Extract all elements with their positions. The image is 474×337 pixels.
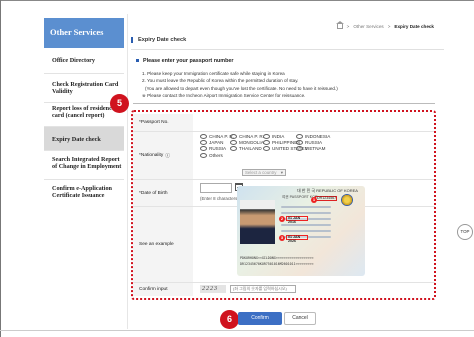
mrz-line: DR12345670KOR7501016M2601011<<<<<<<<<: [240, 261, 314, 266]
passport-mrz: PDKORHONG<<GILDONG<<<<<<<<<<<<<<<<<<< DR…: [240, 256, 313, 267]
passport-no-row: * Passport No.: [133, 114, 435, 132]
example-label: See an example: [133, 207, 193, 282]
cancel-button[interactable]: Cancel: [284, 312, 316, 325]
sidebar-item-label: Check Registration Card Validity: [52, 81, 119, 95]
national-emblem-icon: [341, 194, 353, 206]
breadcrumb-separator: >: [346, 24, 350, 29]
marker-2: 2: [279, 216, 285, 222]
radio-circle-icon: [263, 146, 270, 152]
passport-photo: [240, 200, 275, 244]
radio-united-states[interactable]: UNITED STATES: [263, 146, 308, 152]
notice-heading-text: Please enter your passport number: [143, 58, 234, 64]
radio-circle-icon: [230, 140, 237, 146]
page-title: Expiry Date check: [131, 37, 186, 43]
radio-thailand[interactable]: THAILAND: [230, 146, 263, 152]
bullet-icon: [136, 59, 139, 63]
confirm-input-row: Confirm input 2223 (좌 그림의 숫자를 입력하십시오): [133, 283, 435, 296]
bottom-divider: [0, 330, 474, 331]
passport-date-highlight: 01 JAN 2026: [286, 235, 308, 242]
radio-circle-icon: [263, 140, 270, 146]
breadcrumb: > Other Services > Expiry Date check: [335, 21, 434, 29]
nationality-options: CHINA P. R. CHINA P. R. INDIA INDONESIA …: [196, 132, 435, 179]
radio-circle-icon: [263, 134, 270, 139]
notice-heading: Please enter your passport number: [136, 58, 233, 64]
radio-circle-icon: [200, 152, 207, 158]
notice-line: 2. You must leave the Republic of Korea …: [142, 78, 299, 84]
passport-no-label: * Passport No.: [133, 114, 193, 131]
sidebar: Other Services Office Directory Check Re…: [44, 18, 124, 228]
scroll-top-button[interactable]: TOP: [457, 224, 473, 240]
notice-line: 1. Please keep your Immigration certific…: [142, 71, 285, 76]
radio-circle-icon: [296, 140, 303, 146]
sidebar-item-label: Expiry Date check: [52, 136, 101, 143]
sidebar-item-label: Confirm e-Application Certificate Issuan…: [52, 185, 112, 199]
notice-list: 1. Please keep your Immigration certific…: [142, 70, 338, 99]
radio-mongolia[interactable]: MONGOLIA: [230, 140, 264, 146]
confirm-input-cell: 2223 (좌 그림의 숫자를 입력하십시오): [196, 283, 435, 296]
radio-circle-icon: [296, 134, 303, 139]
sidebar-item-confirm-certificate[interactable]: Confirm e-Application Certificate Issuan…: [44, 180, 124, 206]
mrz-line: PDKORHONG<<GILDONG<<<<<<<<<<<<<<<<<<<: [240, 256, 314, 260]
breadcrumb-separator: >: [387, 24, 391, 29]
notice-line: ※ Please contact the Incheon Airport Imm…: [142, 92, 306, 98]
nationality-label: * Nationality ⓘ: [133, 132, 193, 179]
passport-field-line: [281, 212, 331, 214]
marker-1: 1: [311, 197, 317, 203]
sidebar-title: Other Services: [44, 18, 124, 48]
radio-vietnam[interactable]: VIETNAM: [296, 146, 331, 152]
notice-line: (You are allowed to depart even though y…: [145, 85, 338, 91]
radio-circle-icon: [200, 140, 207, 146]
home-icon[interactable]: [335, 21, 344, 29]
sidebar-item-label: Office Directory: [52, 57, 96, 64]
radio-russia-1[interactable]: RUSSIA: [296, 140, 331, 146]
passport-example-image: 대 한 민 국 REPUBLIC OF KOREA 여권 PASSPORT KO…: [237, 186, 365, 276]
sidebar-item-search-report[interactable]: Search Integrated Report of Change in Em…: [44, 151, 124, 180]
radio-others[interactable]: Others: [200, 152, 230, 158]
nationality-row: * Nationality ⓘ CHINA P. R. CHINA P. R. I…: [133, 132, 435, 180]
radio-china-2[interactable]: CHINA P. R.: [230, 134, 264, 139]
sidebar-item-expiry-date-check[interactable]: Expiry Date check: [44, 127, 124, 151]
radio-indonesia[interactable]: INDONESIA: [296, 134, 331, 139]
radio-russia-2[interactable]: RUSSIA: [200, 146, 230, 152]
dob-label: * Date of Birth: [133, 180, 193, 206]
passport-header: 대 한 민 국 REPUBLIC OF KOREA: [297, 188, 358, 193]
captcha-input[interactable]: (좌 그림의 숫자를 입력하십시오): [230, 285, 296, 293]
confirm-input-label: Confirm input: [133, 283, 193, 296]
breadcrumb-current: Expiry Date check: [394, 24, 434, 29]
title-divider: [131, 49, 444, 50]
passport-date-highlight: 01 JAN 2016: [286, 216, 308, 223]
radio-circle-icon: [200, 146, 207, 152]
window-edge: [0, 0, 1, 337]
passport-number: DR1234567: [315, 196, 337, 201]
radio-circle-icon: [230, 146, 237, 152]
radio-circle-icon: [296, 146, 303, 152]
passport-field-line: [281, 224, 331, 226]
sidebar-item-label: Search Integrated Report of Change in Em…: [52, 156, 122, 170]
radio-india[interactable]: INDIA: [263, 134, 296, 139]
marker-3: 3: [279, 235, 285, 241]
step-5-badge: 5: [110, 94, 129, 113]
captcha-image: 2223: [200, 285, 226, 293]
radio-circle-icon: [230, 134, 237, 139]
confirm-button[interactable]: Confirm: [238, 312, 282, 325]
radio-circle-icon: [200, 134, 207, 139]
radio-philippines[interactable]: PHILIPPINES: [263, 140, 300, 146]
country-select[interactable]: Select a country: [242, 169, 286, 176]
step-6-badge: 6: [220, 310, 239, 329]
radio-china-1[interactable]: CHINA P. R.: [200, 134, 234, 139]
sidebar-item-office-directory[interactable]: Office Directory: [44, 48, 124, 74]
breadcrumb-other-services[interactable]: Other Services: [353, 24, 383, 29]
dob-input[interactable]: [200, 183, 232, 193]
radio-japan[interactable]: JAPAN: [200, 140, 230, 146]
passport-field-line: [281, 230, 331, 232]
passport-field-line: [281, 206, 331, 208]
passport-no-input[interactable]: [196, 114, 435, 131]
content-divider: [127, 14, 128, 329]
